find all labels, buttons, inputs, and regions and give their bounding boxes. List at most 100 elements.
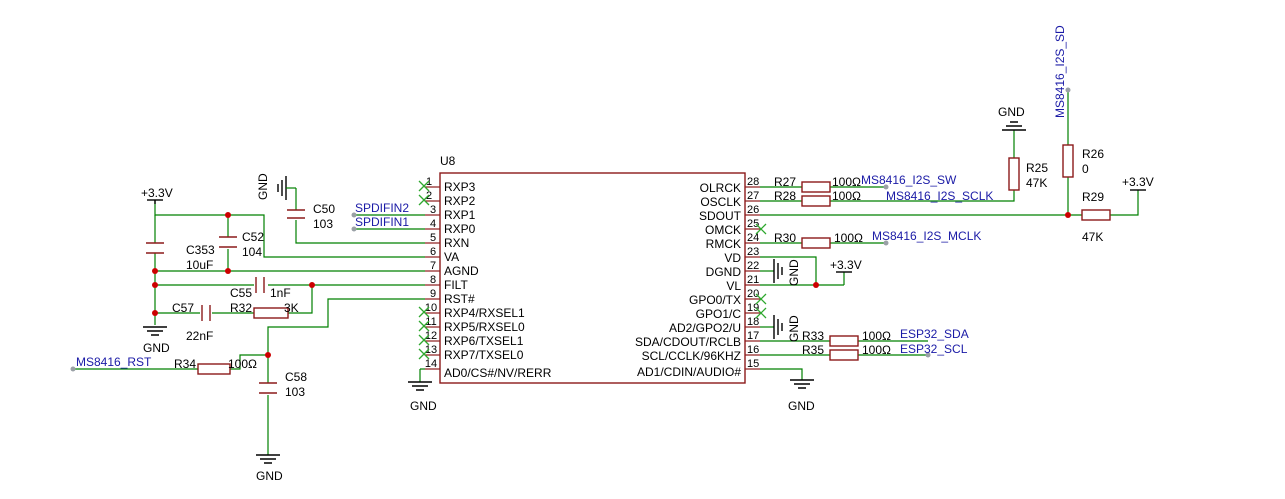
c57-value: 22nF: [186, 329, 213, 343]
gnd-dgnd-label: GND: [787, 259, 801, 286]
net-esp-sda: ESP32_SDA: [900, 327, 969, 341]
pin-name: AD2/GPO2/U: [669, 321, 741, 335]
net-spdifin1: SPDIFIN1: [355, 215, 409, 229]
ic-ref-label: U8: [440, 154, 456, 168]
right-net-labels: MS8416_I2S_SW MS8416_I2S_SCLK MS8416_I2S…: [861, 25, 1071, 358]
pin-number: 27: [747, 190, 759, 202]
pin-number: 11: [425, 316, 436, 328]
pin-name: VL: [726, 279, 741, 293]
pin-name: RXP7/TXSEL0: [444, 348, 524, 362]
pin-number: 14: [425, 358, 437, 370]
pin-name: RXP0: [444, 222, 476, 236]
pin-number: 7: [430, 260, 436, 272]
gnd-symbol-c50[interactable]: GND: [256, 173, 296, 200]
r32-value: 3K: [284, 301, 299, 315]
gnd-ad1-label: GND: [788, 399, 815, 413]
capacitor-c353[interactable]: C353 10uF: [146, 242, 215, 272]
pin-name: GPO0/TX: [689, 293, 741, 307]
c353-ref: C353: [186, 243, 215, 257]
pin-name: AD0/CS#/NV/RERR: [444, 366, 552, 380]
pin-name: VA: [444, 250, 459, 264]
capacitor-c57[interactable]: C57 22nF: [172, 301, 213, 343]
pin-name: RXP5/RXSEL0: [444, 320, 525, 334]
pin-name: RXP6/TXSEL1: [444, 334, 524, 348]
resistor-r30[interactable]: R30 100Ω: [774, 231, 863, 249]
pin-name: FILT: [444, 278, 468, 292]
capacitor-c52[interactable]: C52 104: [219, 230, 264, 259]
pin-name: OMCK: [705, 223, 741, 237]
capacitor-c50[interactable]: C50 103: [287, 188, 335, 231]
pin-number: 25: [747, 218, 759, 230]
c58-ref: C58: [285, 370, 307, 384]
r30-value: 100Ω: [834, 231, 863, 245]
power-3v3-vl-label: +3.3V: [830, 258, 862, 272]
power-3v3-left-label: +3.3V: [141, 186, 173, 200]
c55-ref: C55: [230, 286, 252, 300]
pin-number: 17: [747, 330, 759, 342]
capacitor-c55[interactable]: C55 1nF: [230, 277, 291, 300]
pin-name: RXP2: [444, 194, 476, 208]
r25-value: 47K: [1026, 176, 1047, 190]
r28-ref: R28: [774, 189, 796, 203]
net-rst: MS8416_RST: [76, 355, 152, 369]
c55-value: 1nF: [270, 286, 291, 300]
pin-name: AGND: [444, 264, 479, 278]
pin-number: 1: [426, 176, 432, 188]
c58-value: 103: [285, 385, 305, 399]
pin-number: 20: [747, 288, 759, 300]
power-3v3-r29-label: +3.3V: [1122, 175, 1154, 189]
resistor-r32[interactable]: R32 3K: [230, 301, 299, 319]
resistor-r29[interactable]: R29 47K: [1081, 190, 1111, 244]
pin-name: RXP4/RXSEL1: [444, 306, 525, 320]
net-spdifin2: SPDIFIN2: [355, 201, 409, 215]
pin-number: 21: [747, 274, 759, 286]
pin-number: 3: [430, 204, 436, 216]
pin-number: 24: [747, 232, 759, 244]
pin-number: 13: [425, 344, 437, 356]
resistor-r34[interactable]: R34 100Ω: [174, 357, 257, 375]
pin-number: 5: [430, 232, 436, 244]
pin-name: VD: [724, 251, 741, 265]
gnd-symbol-r25[interactable]: GND: [998, 105, 1026, 131]
pin-name: SDOUT: [699, 209, 742, 223]
r29-ref: R29: [1082, 190, 1104, 204]
pin-number: 18: [747, 316, 759, 328]
pin-number: 22: [747, 260, 759, 272]
gnd-symbol-dgnd[interactable]: GND: [773, 259, 801, 286]
pin-number: 12: [425, 330, 437, 342]
power-3v3-left[interactable]: +3.3V: [141, 186, 173, 204]
gnd-symbol-ad2[interactable]: GND: [773, 315, 801, 342]
pin-name: SCL/CCLK/96KHZ: [642, 349, 741, 363]
r28-value: 100Ω: [832, 189, 861, 203]
r33-ref: R33: [802, 329, 824, 343]
gnd-symbol-ad0[interactable]: GND: [408, 369, 437, 413]
c52-ref: C52: [242, 230, 264, 244]
r35-ref: R35: [802, 343, 824, 357]
pin-name: RXN: [444, 236, 469, 250]
power-3v3-r29[interactable]: +3.3V: [1122, 175, 1154, 191]
pin-name: OLRCK: [700, 181, 741, 195]
resistor-r25[interactable]: R25 47K: [1008, 157, 1048, 191]
net-i2s-mclk: MS8416_I2S_MCLK: [872, 229, 981, 243]
gnd-symbol-c58[interactable]: GND: [256, 454, 283, 483]
power-3v3-vl[interactable]: +3.3V: [830, 258, 862, 273]
gnd-c58-label: GND: [256, 469, 283, 483]
net-i2s-sw: MS8416_I2S_SW: [861, 173, 957, 187]
right-junctions: [813, 212, 1071, 288]
r32-ref: R32: [230, 301, 252, 315]
capacitor-c58[interactable]: C58 103: [259, 370, 307, 399]
pin-name: OSCLK: [700, 195, 741, 209]
pin-number: 10: [425, 302, 437, 314]
r25-ref: R25: [1026, 161, 1048, 175]
resistor-r26[interactable]: R26 0: [1062, 144, 1104, 178]
pin-name: GPO1/C: [696, 307, 742, 321]
gnd-r25-label: GND: [998, 105, 1025, 119]
net-i2s-sd: MS8416_I2S_SD: [1053, 25, 1067, 118]
r30-ref: R30: [774, 231, 796, 245]
net-i2s-sclk: MS8416_I2S_SCLK: [886, 189, 993, 203]
gnd-symbol-ad1[interactable]: GND: [788, 379, 815, 413]
c50-ref: C50: [313, 202, 335, 216]
ic-left-pin-labels: 1 RXP3 2 RXP2 3 RXP1 4 RXP0 5 RXN 6 VA 7…: [425, 176, 552, 380]
pin-number: 23: [747, 246, 759, 258]
gnd-symbol-left[interactable]: GND: [143, 326, 170, 355]
